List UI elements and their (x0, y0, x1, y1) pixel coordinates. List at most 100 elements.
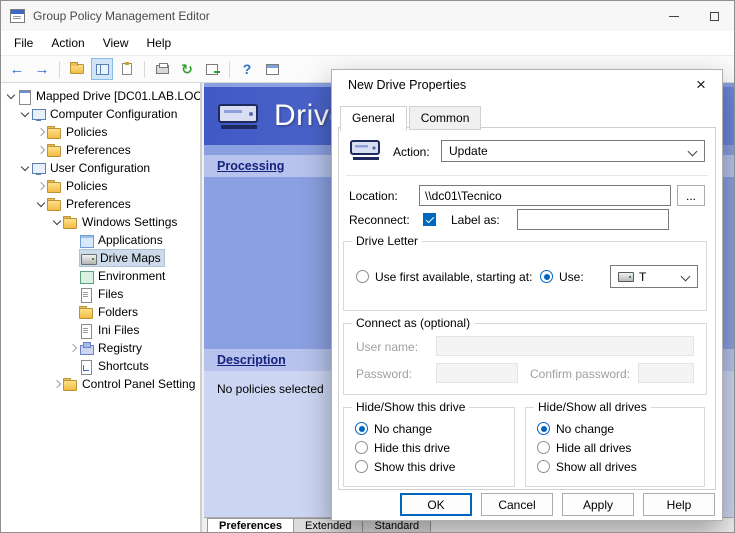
tree-item-label: Policies (66, 179, 107, 193)
expand-chevron-icon[interactable] (5, 90, 17, 102)
print-button[interactable] (151, 58, 173, 80)
processing-link[interactable]: Processing (217, 159, 284, 173)
location-input[interactable] (419, 185, 671, 206)
chevron-spacer (67, 306, 79, 318)
help-button[interactable]: ? (236, 58, 258, 80)
tree-item-mapped-drive[interactable]: Mapped Drive [DC01.LAB.LOCA (1, 87, 200, 105)
dialog-title-bar: New Drive Properties (332, 70, 722, 100)
tree-item-policies-user[interactable]: Policies (1, 177, 200, 195)
expand-chevron-icon[interactable] (51, 216, 63, 228)
tree-item-files[interactable]: Files (1, 285, 200, 303)
tree-item-preferences[interactable]: Preferences (1, 141, 200, 159)
tree-item-policies[interactable]: Policies (1, 123, 200, 141)
new-drive-properties-dialog: New Drive Properties × General Common Ac… (331, 69, 723, 521)
help-button-dialog[interactable]: Help (643, 493, 715, 516)
tab-common[interactable]: Common (409, 106, 482, 130)
user-name-input (436, 336, 694, 356)
hide-all-drives-label: Hide all drives (556, 438, 631, 458)
computer-configuration-icon (31, 108, 46, 121)
this-no-change-radio[interactable] (355, 422, 368, 435)
apply-button[interactable]: Apply (562, 493, 634, 516)
action-select[interactable]: Update (441, 140, 705, 162)
tab-preferences[interactable]: Preferences (207, 518, 294, 532)
selected-highlight: Drive Maps (79, 249, 165, 267)
hide-this-drive-radio[interactable] (355, 441, 368, 454)
show-window-button[interactable] (261, 58, 283, 80)
chevron-spacer (67, 288, 79, 300)
export-list-button[interactable] (201, 58, 223, 80)
hide-show-all-drives-group: Hide/Show all drives No change Hide all … (525, 407, 705, 487)
password-label: Password: (356, 364, 412, 384)
back-button[interactable]: ← (6, 58, 28, 80)
use-radio[interactable] (540, 270, 553, 283)
reconnect-checkbox[interactable] (423, 213, 436, 226)
drive-letter-select[interactable]: T (610, 265, 698, 288)
tree-item-registry[interactable]: Registry (1, 339, 200, 357)
menu-help[interactable]: Help (138, 31, 181, 55)
show-console-tree-button[interactable] (91, 58, 113, 80)
tree-item-computer-configuration[interactable]: Computer Configuration (1, 105, 200, 123)
tree-item-environment[interactable]: Environment (1, 267, 200, 285)
expand-chevron-icon[interactable] (35, 198, 47, 210)
forward-button[interactable]: → (31, 58, 53, 80)
collapse-chevron-icon[interactable] (67, 342, 79, 354)
paste-button[interactable] (116, 58, 138, 80)
gpme-window: Group Policy Management Editor File Acti… (0, 0, 735, 533)
tree-item-shortcuts[interactable]: Shortcuts (1, 357, 200, 375)
user-configuration-icon (31, 162, 46, 175)
hide-all-drives-radio[interactable] (537, 441, 550, 454)
console-tree-icon (96, 64, 109, 75)
tree-item-control-panel-settings[interactable]: Control Panel Setting (1, 375, 200, 393)
tree-item-ini-files[interactable]: Ini Files (1, 321, 200, 339)
collapse-chevron-icon[interactable] (35, 126, 47, 138)
collapse-chevron-icon[interactable] (35, 180, 47, 192)
tree-item-preferences-user[interactable]: Preferences (1, 195, 200, 213)
all-no-change-radio[interactable] (537, 422, 550, 435)
tree-item-windows-settings[interactable]: Windows Settings (1, 213, 200, 231)
menu-bar: File Action View Help (1, 31, 734, 55)
ok-button[interactable]: OK (400, 493, 472, 516)
console-tree-pane: Mapped Drive [DC01.LAB.LOCA Computer Con… (1, 83, 202, 532)
show-all-drives-radio[interactable] (537, 460, 550, 473)
refresh-button[interactable]: ↻ (176, 58, 198, 80)
menu-view[interactable]: View (94, 31, 138, 55)
tree-item-drive-maps[interactable]: Drive Maps (1, 249, 200, 267)
tree-item-label: Files (98, 287, 123, 301)
description-link[interactable]: Description (217, 353, 286, 367)
up-level-icon (70, 64, 84, 74)
collapse-chevron-icon[interactable] (51, 378, 63, 390)
drive-maps-icon (81, 252, 96, 265)
expand-chevron-icon[interactable] (19, 108, 31, 120)
gpo-icon (17, 90, 32, 103)
tree-item-applications[interactable]: Applications (1, 231, 200, 249)
tree-item-label: Drive Maps (100, 251, 161, 265)
collapse-chevron-icon[interactable] (35, 144, 47, 156)
tree-item-folders[interactable]: Folders (1, 303, 200, 321)
tab-general[interactable]: General (340, 106, 407, 131)
chevron-spacer (67, 252, 79, 264)
browse-button[interactable]: ... (677, 185, 705, 206)
location-label: Location: (349, 186, 398, 206)
chevron-spacer (67, 234, 79, 246)
up-level-button[interactable] (66, 58, 88, 80)
drive-letter-value: T (639, 270, 646, 284)
hide-show-all-group-label: Hide/Show all drives (534, 400, 651, 414)
dialog-close-button[interactable]: × (680, 70, 722, 100)
menu-action[interactable]: Action (42, 31, 93, 55)
use-first-available-radio[interactable] (356, 270, 369, 283)
cancel-button[interactable]: Cancel (481, 493, 553, 516)
environment-icon (79, 270, 94, 283)
drive-letter-icon (618, 272, 634, 282)
paste-icon (122, 63, 132, 75)
menu-file[interactable]: File (5, 31, 42, 55)
folder-icon (63, 378, 78, 391)
expand-chevron-icon[interactable] (19, 162, 31, 174)
use-label: Use: (559, 267, 584, 287)
show-this-drive-radio[interactable] (355, 460, 368, 473)
label-as-input[interactable] (517, 209, 669, 230)
window-controls (654, 1, 734, 31)
maximize-button[interactable] (694, 1, 734, 31)
minimize-button[interactable] (654, 1, 694, 31)
tree-item-user-configuration[interactable]: User Configuration (1, 159, 200, 177)
back-icon: ← (10, 62, 25, 77)
